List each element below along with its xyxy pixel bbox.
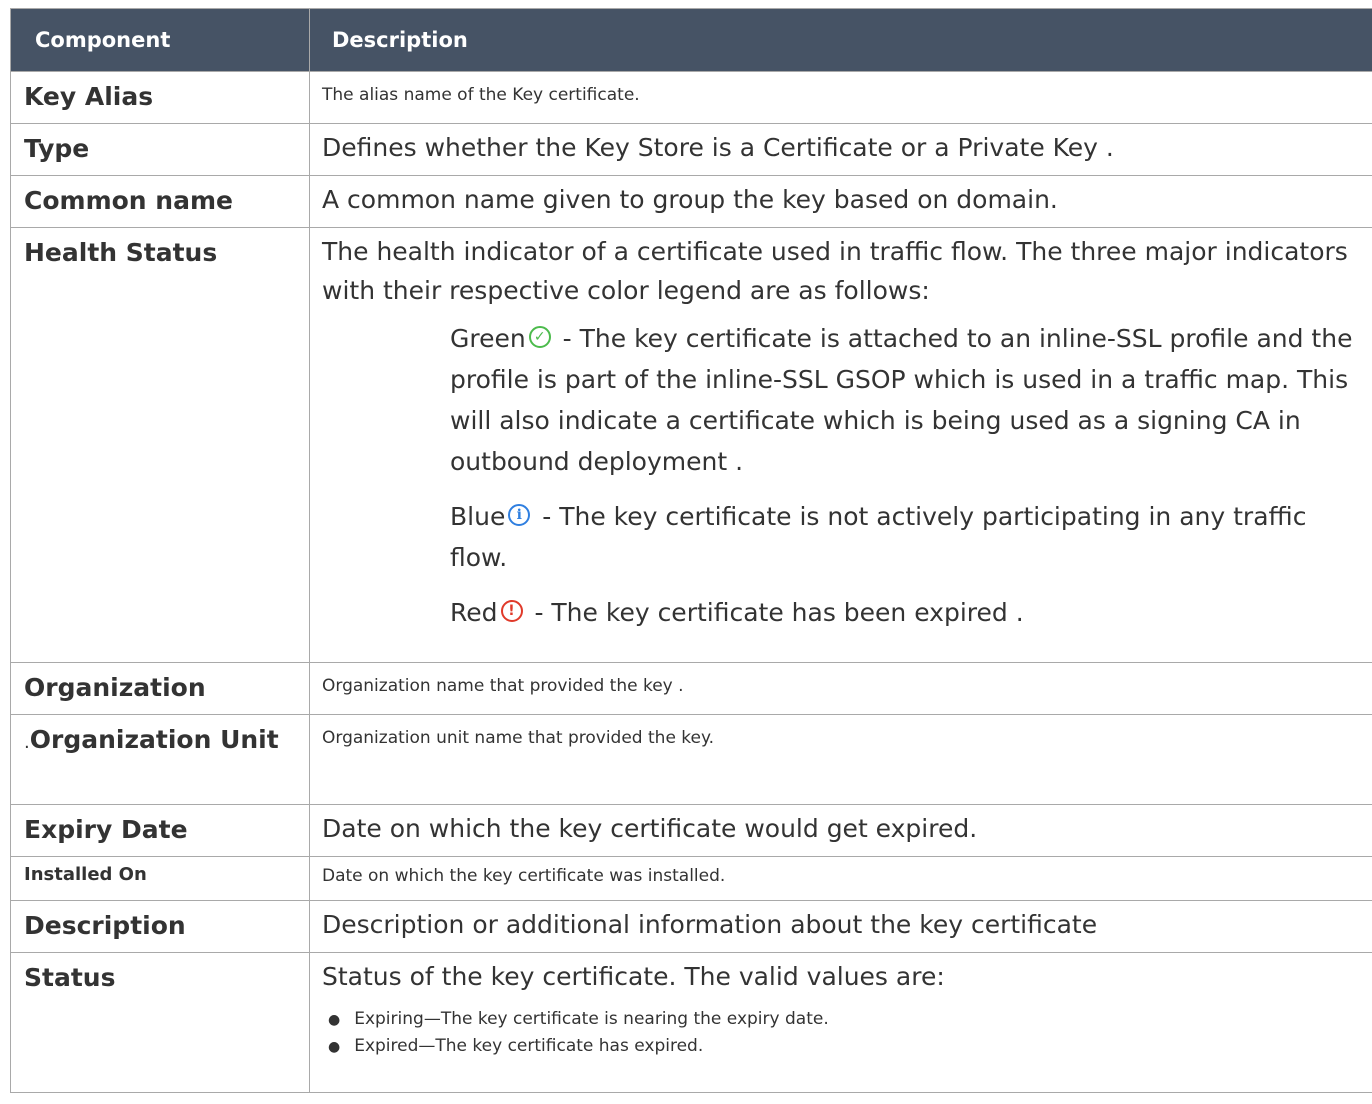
list-item: Expired—The key certificate has expired. bbox=[328, 1033, 1362, 1060]
description-cell: Organization name that provided the key … bbox=[309, 662, 1372, 715]
component-cell: Health Status bbox=[10, 227, 310, 663]
alert-circle-icon: ! bbox=[500, 600, 523, 622]
health-indicator-green: Green ✓ - The key certificate is attached… bbox=[450, 318, 1362, 482]
component-cell: Status bbox=[10, 952, 310, 1093]
description-text: Date on which the key certificate was in… bbox=[322, 866, 726, 886]
description-text: Date on which the key certificate would … bbox=[322, 814, 978, 843]
header-description: Description bbox=[309, 8, 1372, 72]
description-text: Organization unit name that provided the… bbox=[322, 728, 715, 748]
description-cell: Date on which the key certificate would … bbox=[309, 804, 1372, 857]
health-indicator-red: Red! - The key certificate has been expi… bbox=[450, 592, 1362, 633]
description-text: Defines whether the Key Store is a Certi… bbox=[322, 133, 1114, 162]
description-cell: Status of the key certificate. The valid… bbox=[309, 952, 1372, 1093]
description-text: The alias name of the Key certificate. bbox=[322, 85, 640, 105]
description-text: Description or additional information ab… bbox=[322, 910, 1098, 939]
info-circle-icon: i bbox=[508, 504, 531, 526]
component-cell: Organization bbox=[10, 662, 310, 715]
header-component: Component bbox=[10, 8, 310, 72]
table-header-row: Component Description bbox=[10, 8, 1372, 72]
description-text: Status of the key certificate. The valid… bbox=[322, 962, 945, 991]
table-row: Expiry Date Date on which the key certif… bbox=[10, 804, 1372, 857]
description-cell: The health indicator of a certificate us… bbox=[309, 227, 1372, 663]
description-text: A common name given to group the key bas… bbox=[322, 185, 1058, 214]
table-row: Organization Organization name that prov… bbox=[10, 662, 1372, 715]
table-row: .Organization Unit Organization unit nam… bbox=[10, 714, 1372, 805]
component-cell: Type bbox=[10, 123, 310, 176]
status-values-list: Expiring—The key certificate is nearing … bbox=[322, 1006, 1362, 1060]
indicator-text: - The key certificate is not actively pa… bbox=[450, 502, 1307, 572]
component-table: Component Description Key Alias The alia… bbox=[10, 8, 1372, 1093]
component-cell: Description bbox=[10, 900, 310, 953]
table-row: Common name A common name given to group… bbox=[10, 175, 1372, 228]
indicator-label: Blue bbox=[450, 502, 506, 531]
description-cell: The alias name of the Key certificate. bbox=[309, 71, 1372, 124]
table-row: Key Alias The alias name of the Key cert… bbox=[10, 71, 1372, 124]
indicator-text: - The key certificate is attached to an … bbox=[450, 324, 1353, 476]
description-cell: Organization unit name that provided the… bbox=[309, 714, 1372, 805]
description-text: Organization name that provided the key … bbox=[322, 676, 684, 696]
indicator-label: Red bbox=[450, 598, 498, 627]
description-cell: Description or additional information ab… bbox=[309, 900, 1372, 953]
table-row: Type Defines whether the Key Store is a … bbox=[10, 123, 1372, 176]
health-indicator-blue: Blue i - The key certificate is not activ… bbox=[450, 496, 1362, 578]
component-text: Organization Unit bbox=[29, 725, 279, 754]
description-cell: Date on which the key certificate was in… bbox=[309, 856, 1372, 901]
check-circle-icon: ✓ bbox=[528, 326, 551, 348]
description-cell: A common name given to group the key bas… bbox=[309, 175, 1372, 228]
component-cell: Expiry Date bbox=[10, 804, 310, 857]
component-cell: Key Alias bbox=[10, 71, 310, 124]
component-cell: Installed On bbox=[10, 856, 310, 901]
list-item: Expiring—The key certificate is nearing … bbox=[328, 1006, 1362, 1033]
indicator-label: Green bbox=[450, 324, 526, 353]
table-row: Installed On Date on which the key certi… bbox=[10, 856, 1372, 901]
health-indicator-list: Green ✓ - The key certificate is attached… bbox=[322, 318, 1362, 633]
table-row: Status Status of the key certificate. Th… bbox=[10, 952, 1372, 1093]
table-row: Health Status The health indicator of a … bbox=[10, 227, 1372, 663]
component-cell: .Organization Unit bbox=[10, 714, 310, 805]
component-cell: Common name bbox=[10, 175, 310, 228]
description-text: The health indicator of a certificate us… bbox=[322, 237, 1348, 305]
description-cell: Defines whether the Key Store is a Certi… bbox=[309, 123, 1372, 176]
table-row: Description Description or additional in… bbox=[10, 900, 1372, 953]
indicator-text: - The key certificate has been expired . bbox=[526, 598, 1024, 627]
